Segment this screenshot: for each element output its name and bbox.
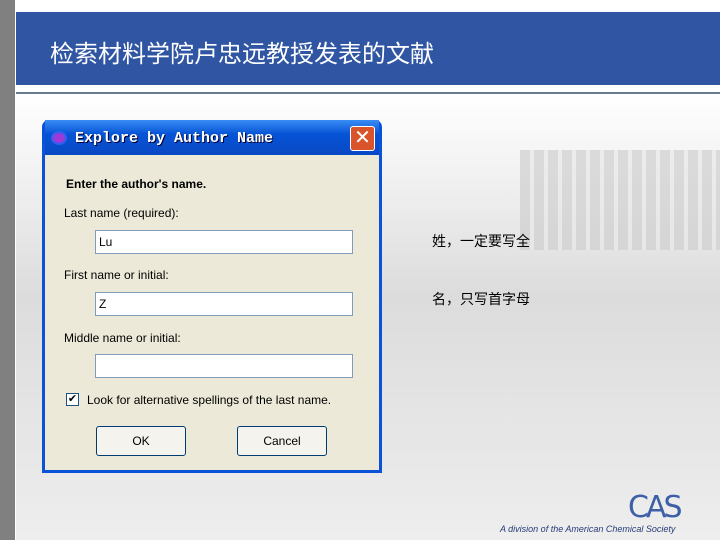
building-image (520, 150, 720, 250)
alt-spellings-checkbox[interactable]: ✔ (66, 393, 79, 406)
last-name-input[interactable]: Lu (95, 230, 353, 254)
middle-name-label: Middle name or initial: (64, 331, 181, 345)
prompt-label: Enter the author's name. (66, 177, 207, 191)
ok-button[interactable]: OK (96, 426, 186, 456)
tagline: A division of the American Chemical Soci… (500, 524, 676, 534)
cancel-button[interactable]: Cancel (237, 426, 327, 456)
alt-spellings-label: Look for alternative spellings of the la… (87, 393, 332, 407)
note-last-name: 姓，一定要写全 (432, 234, 530, 250)
slide-header: 检索材料学院卢忠远教授发表的文献 (16, 12, 720, 85)
first-name-label: First name or initial: (64, 268, 169, 282)
dialog-body: Enter the author's name. Last name (requ… (45, 155, 379, 470)
slide-title: 检索材料学院卢忠远教授发表的文献 (50, 40, 434, 68)
app-icon (51, 131, 67, 145)
cas-logo: CAS (628, 490, 682, 525)
middle-name-input[interactable] (95, 354, 353, 378)
dialog-titlebar[interactable]: Explore by Author Name ✕ (45, 120, 379, 155)
left-bar (0, 0, 15, 540)
dialog-title: Explore by Author Name (75, 130, 274, 147)
last-name-label: Last name (required): (64, 206, 179, 220)
first-name-input[interactable]: Z (95, 292, 353, 316)
explore-author-dialog: Explore by Author Name ✕ Enter the autho… (42, 120, 382, 473)
note-first-name: 名，只写首字母 (432, 292, 530, 308)
close-button[interactable]: ✕ (350, 126, 375, 151)
